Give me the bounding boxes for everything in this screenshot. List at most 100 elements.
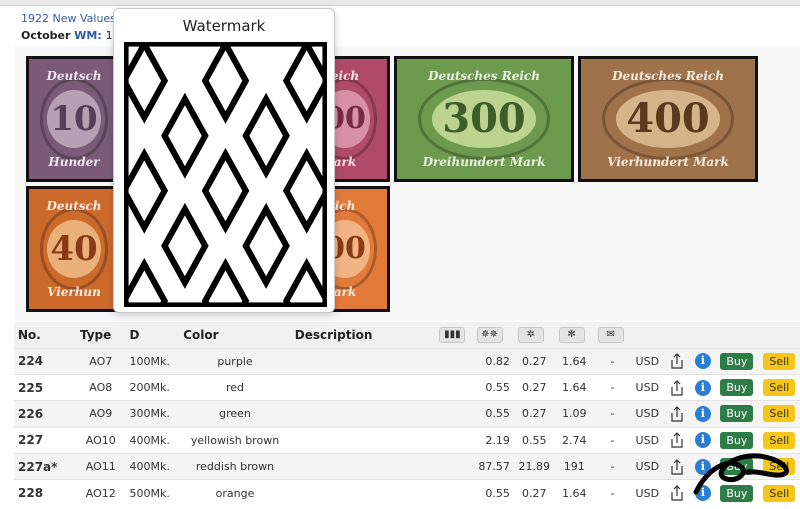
sell-button[interactable]: Sell (758, 479, 800, 507)
col-no-header: No. (18, 327, 41, 342)
row-type[interactable]: AO9 (75, 400, 126, 428)
row-no[interactable]: 227a* (14, 453, 76, 480)
row-used-value: 1.09 (554, 400, 594, 428)
row-mint-value: 2.19 (472, 426, 514, 454)
row-hinged-value: 21.89 (513, 453, 555, 480)
row-cover-value: - (593, 426, 632, 454)
row-used-value: 191 (554, 453, 594, 480)
row-hinged-value: 0.55 (513, 426, 555, 454)
row-cover-value: - (593, 373, 632, 401)
col-d-header: D (129, 327, 140, 342)
row-type[interactable]: AO7 (75, 347, 126, 375)
table-row: 225 AO8 200Mk. red 0.55 0.27 1.64 - USD … (14, 373, 800, 401)
row-type[interactable]: AO8 (75, 373, 126, 401)
buy-button[interactable]: Buy (715, 479, 759, 507)
info-icon[interactable]: i (690, 373, 716, 401)
watermark-popup-title: Watermark (182, 17, 266, 35)
cover-icon[interactable]: ✉ (594, 322, 631, 348)
chart-icon[interactable]: ▮▮▮ (435, 322, 472, 348)
row-no[interactable]: 227 (14, 426, 76, 454)
hinged-icon[interactable]: ✲ (514, 322, 555, 348)
row-hinged-value: 0.27 (513, 347, 555, 375)
table-row: 227 AO10 400Mk. yellowish brown 2.19 0.5… (14, 426, 800, 454)
row-color: orange (179, 479, 291, 507)
sell-button[interactable]: Sell (758, 400, 800, 428)
mint-icon[interactable]: ✵✵ (473, 322, 514, 348)
row-no[interactable]: 228 (14, 479, 76, 507)
row-no[interactable]: 224 (14, 347, 76, 375)
issue-subtitle-link[interactable]: 1922 New Values (21, 12, 116, 25)
stamp-image-100-purple[interactable]: 10 Deutsch Hunder (26, 56, 122, 182)
share-icon[interactable] (663, 347, 691, 375)
row-description (290, 373, 436, 401)
buy-button[interactable]: Buy (715, 373, 759, 401)
buy-button[interactable]: Buy (715, 400, 759, 428)
row-currency: USD (631, 453, 664, 480)
row-type[interactable]: AO10 (75, 426, 126, 454)
info-icon[interactable]: i (690, 453, 716, 480)
row-hinged-value: 0.27 (513, 400, 555, 428)
stamp-image-400-brown[interactable]: 400 Deutsches Reich Vierhundert Mark (578, 56, 758, 182)
stamp-image-300-green[interactable]: 300 Deutsches Reich Dreihundert Mark (394, 56, 574, 182)
issue-month: October (21, 29, 71, 42)
buy-button[interactable]: Buy (715, 426, 759, 454)
sell-button[interactable]: Sell (758, 373, 800, 401)
row-description (290, 479, 436, 507)
issue-info-line: October WM: 1 (21, 29, 113, 42)
wm-link[interactable]: WM: (74, 29, 101, 42)
row-cover-value: - (593, 347, 632, 375)
stamp-table: No. Type D Color Description ▮▮▮ ✵✵ ✲ ✻ … (14, 322, 800, 507)
row-denomination: 300Mk. (125, 400, 180, 428)
share-icon[interactable] (663, 373, 691, 401)
share-icon[interactable] (663, 400, 691, 428)
row-mint-value: 0.55 (472, 479, 514, 507)
wm-value[interactable]: 1 (106, 29, 113, 42)
info-icon[interactable]: i (690, 426, 716, 454)
row-denomination: 200Mk. (125, 373, 180, 401)
sell-button[interactable]: Sell (758, 453, 800, 480)
row-currency: USD (631, 400, 664, 428)
row-color: green (179, 400, 291, 428)
share-icon[interactable] (663, 453, 691, 480)
col-type-header: Type (79, 327, 112, 342)
row-cover-value: - (593, 479, 632, 507)
row-used-value: 1.64 (554, 373, 594, 401)
used-icon[interactable]: ✻ (555, 322, 594, 348)
row-hinged-value: 0.27 (513, 479, 555, 507)
row-type[interactable]: AO11 (75, 453, 126, 480)
row-currency: USD (631, 426, 664, 454)
stamp-image-400-orange[interactable]: 40 Deutsch Vierhun (26, 186, 122, 312)
row-color: red (179, 373, 291, 401)
sell-button[interactable]: Sell (758, 426, 800, 454)
row-used-value: 1.64 (554, 347, 594, 375)
table-row: 228 AO12 500Mk. orange 0.55 0.27 1.64 - … (14, 479, 800, 507)
info-icon[interactable]: i (690, 479, 716, 507)
col-description-header: Description (294, 327, 373, 342)
row-currency: USD (631, 347, 664, 375)
row-no[interactable]: 225 (14, 373, 76, 401)
row-used-value: 2.74 (554, 426, 594, 454)
row-currency: USD (631, 479, 664, 507)
info-icon[interactable]: i (690, 400, 716, 428)
info-icon[interactable]: i (690, 347, 716, 375)
row-mint-value: 0.55 (472, 373, 514, 401)
buy-button[interactable]: Buy (715, 347, 759, 375)
row-hinged-value: 0.27 (513, 373, 555, 401)
table-row: 224 AO7 100Mk. purple 0.82 0.27 1.64 - U… (14, 347, 800, 375)
row-color: reddish brown (179, 453, 291, 480)
row-currency: USD (631, 373, 664, 401)
row-denomination: 100Mk. (125, 347, 180, 375)
row-description (290, 347, 436, 375)
share-icon[interactable] (663, 426, 691, 454)
row-denomination: 400Mk. (125, 453, 180, 480)
row-description (290, 453, 436, 480)
table-row: 227a* AO11 400Mk. reddish brown 87.57 21… (14, 453, 800, 480)
row-color: yellowish brown (179, 426, 291, 454)
row-mint-value: 87.57 (472, 453, 514, 480)
share-icon[interactable] (663, 479, 691, 507)
sell-button[interactable]: Sell (758, 347, 800, 375)
buy-button[interactable]: Buy (715, 453, 759, 480)
row-cover-value: - (593, 453, 632, 480)
row-no[interactable]: 226 (14, 400, 76, 428)
row-type[interactable]: AO12 (75, 479, 126, 507)
